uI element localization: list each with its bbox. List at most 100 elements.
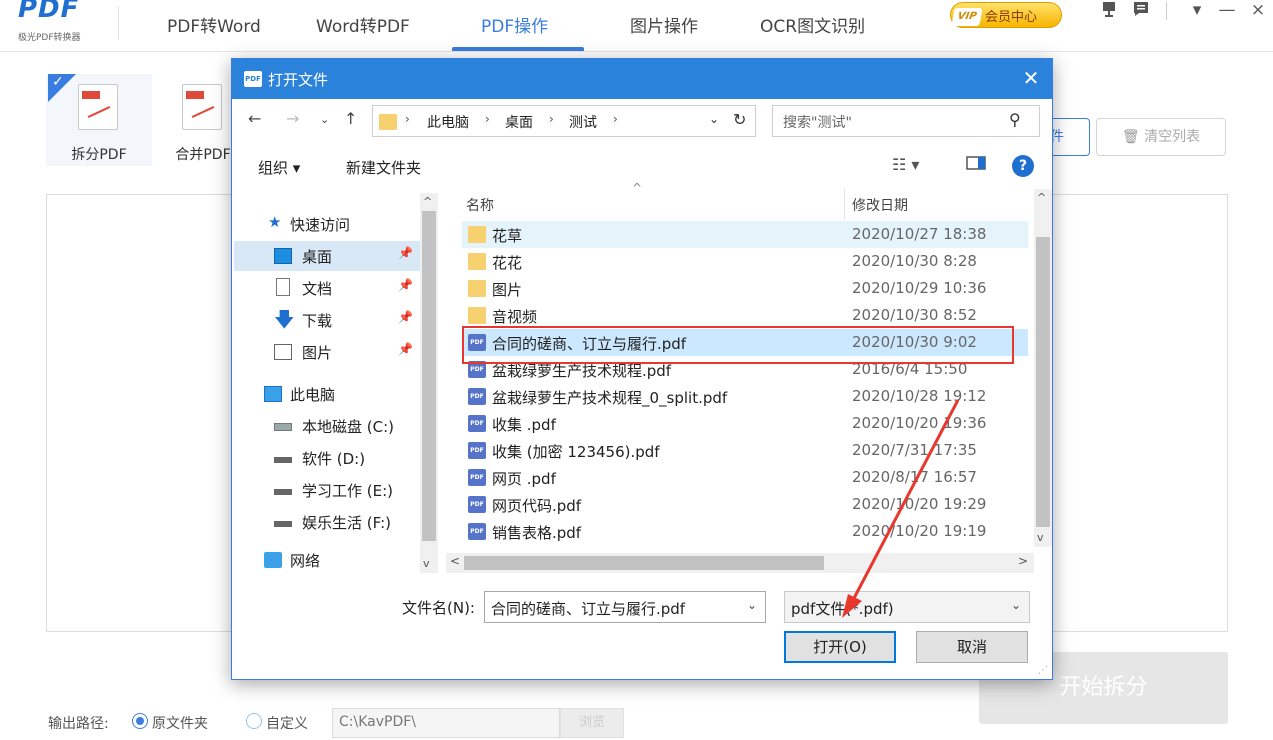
nav-drive-e[interactable]: 学习工作 (E:) [234, 475, 424, 505]
breadcrumb-test[interactable]: 测试 [569, 112, 597, 132]
window-controls-separator [1166, 2, 1167, 20]
pin-icon[interactable]: 📌 [398, 310, 413, 324]
filetype-select[interactable]: pdf文件(*.pdf) ⌄ [784, 591, 1030, 623]
file-row[interactable]: PDF 收集 .pdf 2020/10/20 19:36 [462, 410, 1028, 437]
nav-drive-d[interactable]: 软件 (D:) [234, 443, 424, 473]
nav-drive-f[interactable]: 娱乐生活 (F:) [234, 507, 424, 537]
document-icon [276, 278, 290, 296]
tool-split-pdf-label: 拆分PDF [71, 147, 127, 163]
cancel-button[interactable]: 取消 [916, 631, 1028, 663]
file-date: 2020/7/31 17:35 [852, 441, 977, 459]
nav-drive-c[interactable]: 本地磁盘 (C:) [234, 411, 424, 441]
file-name: 图片 [492, 281, 523, 299]
nav-pictures[interactable]: 图片 📌 [234, 337, 424, 367]
file-row[interactable]: PDF 收集 (加密 123456).pdf 2020/7/31 17:35 [462, 437, 1028, 464]
nav-network[interactable]: 网络 [234, 545, 424, 575]
resize-grip-icon[interactable]: ⋰ [1038, 665, 1048, 676]
filename-input[interactable]: 合同的磋商、订立与履行.pdf ⌄ [484, 591, 766, 623]
nav-desktop[interactable]: 桌面 📌 [234, 241, 424, 271]
nav-this-pc[interactable]: 此电脑 [234, 379, 424, 409]
nav-documents[interactable]: 文档 📌 [234, 273, 424, 303]
search-input[interactable]: 搜索"测试" ⚲ [772, 105, 1040, 137]
nav-image-operations[interactable]: 图片操作 [630, 12, 698, 37]
organize-menu[interactable]: 组织 ▾ [258, 157, 300, 178]
nav-scrollbar[interactable]: ^ v [420, 193, 438, 573]
file-row[interactable]: PDF 网页 .pdf 2020/8/17 16:57 [462, 464, 1028, 491]
check-icon: ✓ [52, 74, 64, 90]
column-separator[interactable] [844, 189, 845, 219]
address-dropdown-icon[interactable]: ⌄ [709, 112, 719, 126]
chevron-down-icon[interactable]: ⌄ [747, 598, 757, 612]
list-hscroll-thumb[interactable] [464, 556, 824, 570]
pdf-file-icon: PDF [468, 496, 486, 513]
browse-button[interactable]: 浏览 [560, 708, 624, 738]
nav-label: 网络 [290, 552, 321, 570]
vip-center-button[interactable]: VIP 会员中心 [950, 2, 1062, 28]
computer-icon [264, 386, 282, 402]
minimize-button[interactable]: — [1216, 0, 1238, 22]
nav-scroll-thumb[interactable] [422, 211, 436, 541]
pin-icon[interactable]: 📌 [398, 278, 413, 292]
list-horizontal-scrollbar[interactable]: < > [446, 553, 1034, 573]
column-date-header[interactable]: 修改日期 [852, 195, 908, 215]
breadcrumb-desktop[interactable]: 桌面 [505, 112, 533, 132]
message-icon[interactable] [1130, 0, 1152, 22]
new-folder-button[interactable]: 新建文件夹 [346, 157, 421, 178]
breadcrumb-chevron-icon: › [549, 112, 554, 126]
file-row[interactable]: 音视频 2020/10/30 8:52 [462, 302, 1028, 329]
file-row[interactable]: PDF 盆栽绿萝生产技术规程_0_split.pdf 2020/10/28 19… [462, 383, 1028, 410]
file-row[interactable]: 图片 2020/10/29 10:36 [462, 275, 1028, 302]
nav-word-to-pdf[interactable]: Word转PDF [316, 12, 410, 37]
trash-icon: 🗑 [1121, 129, 1140, 145]
nav-downloads[interactable]: 🡇 下载 📌 [234, 305, 424, 335]
refresh-icon[interactable]: ↻ [733, 110, 746, 129]
file-date: 2020/10/30 8:52 [852, 306, 977, 324]
file-row[interactable]: PDF 网页代码.pdf 2020/10/20 19:29 [462, 491, 1028, 518]
close-app-button[interactable]: × [1247, 0, 1269, 22]
scroll-right-icon[interactable]: > [1018, 554, 1028, 568]
up-arrow-icon[interactable]: ↑ [344, 109, 357, 128]
help-icon[interactable]: ? [1012, 155, 1034, 177]
filename-label: 文件名(N): [402, 599, 475, 617]
nav-pdf-to-word[interactable]: PDF转Word [167, 12, 261, 37]
file-row[interactable]: 花草 2020/10/27 18:38 [462, 221, 1028, 248]
folder-icon [468, 226, 486, 243]
file-row[interactable]: 花花 2020/10/30 8:28 [462, 248, 1028, 275]
scroll-up-icon[interactable]: ^ [423, 195, 432, 208]
view-options-icon[interactable]: ☷ ▾ [892, 155, 919, 174]
radio-original-folder[interactable] [132, 713, 148, 729]
nav-label: 学习工作 (E:) [302, 482, 394, 500]
breadcrumb-chevron-icon: › [485, 112, 490, 126]
chevron-down-icon[interactable]: ⌄ [1011, 598, 1021, 612]
scroll-down-icon[interactable]: v [1037, 531, 1044, 544]
address-bar[interactable]: › 此电脑 › 桌面 › 测试 › ⌄ ↻ [372, 105, 756, 137]
pin-icon[interactable]: 📌 [398, 342, 413, 356]
scroll-left-icon[interactable]: < [450, 554, 460, 568]
scroll-up-icon[interactable]: ^ [1037, 191, 1046, 204]
filetype-value: pdf文件(*.pdf) [791, 600, 894, 618]
breadcrumb-this-pc[interactable]: 此电脑 [427, 112, 469, 132]
navigation-pane: ★ 快速访问 桌面 📌 文档 📌 🡇 下载 📌 图片 📌 此电脑 本地磁盘 (C… [234, 193, 438, 575]
output-path-input[interactable]: C:\KavPDF\ [332, 708, 560, 738]
file-name: 盆栽绿萝生产技术规程_0_split.pdf [492, 389, 728, 407]
nav-quick-access[interactable]: ★ 快速访问 [234, 209, 424, 239]
column-name-header[interactable]: 名称 [466, 195, 494, 215]
open-button[interactable]: 打开(O) [784, 631, 896, 663]
nav-ocr[interactable]: OCR图文识别 [760, 12, 865, 37]
pin-icon[interactable]: 📌 [398, 246, 413, 260]
logo-text: PDF [18, 0, 80, 24]
nav-pdf-operations[interactable]: PDF操作 [481, 12, 548, 37]
radio-custom[interactable] [246, 713, 262, 729]
menu-icon[interactable]: ▾ [1186, 0, 1208, 22]
feedback-icon[interactable] [1098, 0, 1120, 22]
list-vertical-scrollbar[interactable]: ^ v [1034, 189, 1052, 547]
file-row[interactable]: PDF 销售表格.pdf 2020/10/20 19:19 [462, 518, 1028, 545]
list-scroll-thumb[interactable] [1036, 237, 1050, 527]
preview-pane-icon[interactable] [966, 155, 986, 175]
scroll-down-icon[interactable]: v [423, 557, 430, 570]
forward-arrow-icon[interactable]: → [286, 109, 299, 128]
recent-locations-icon[interactable]: ⌄ [320, 113, 329, 126]
dialog-close-button[interactable]: ✕ [1018, 65, 1044, 91]
back-arrow-icon[interactable]: ← [248, 109, 261, 128]
clear-list-button[interactable]: 🗑 清空列表 [1096, 118, 1226, 156]
